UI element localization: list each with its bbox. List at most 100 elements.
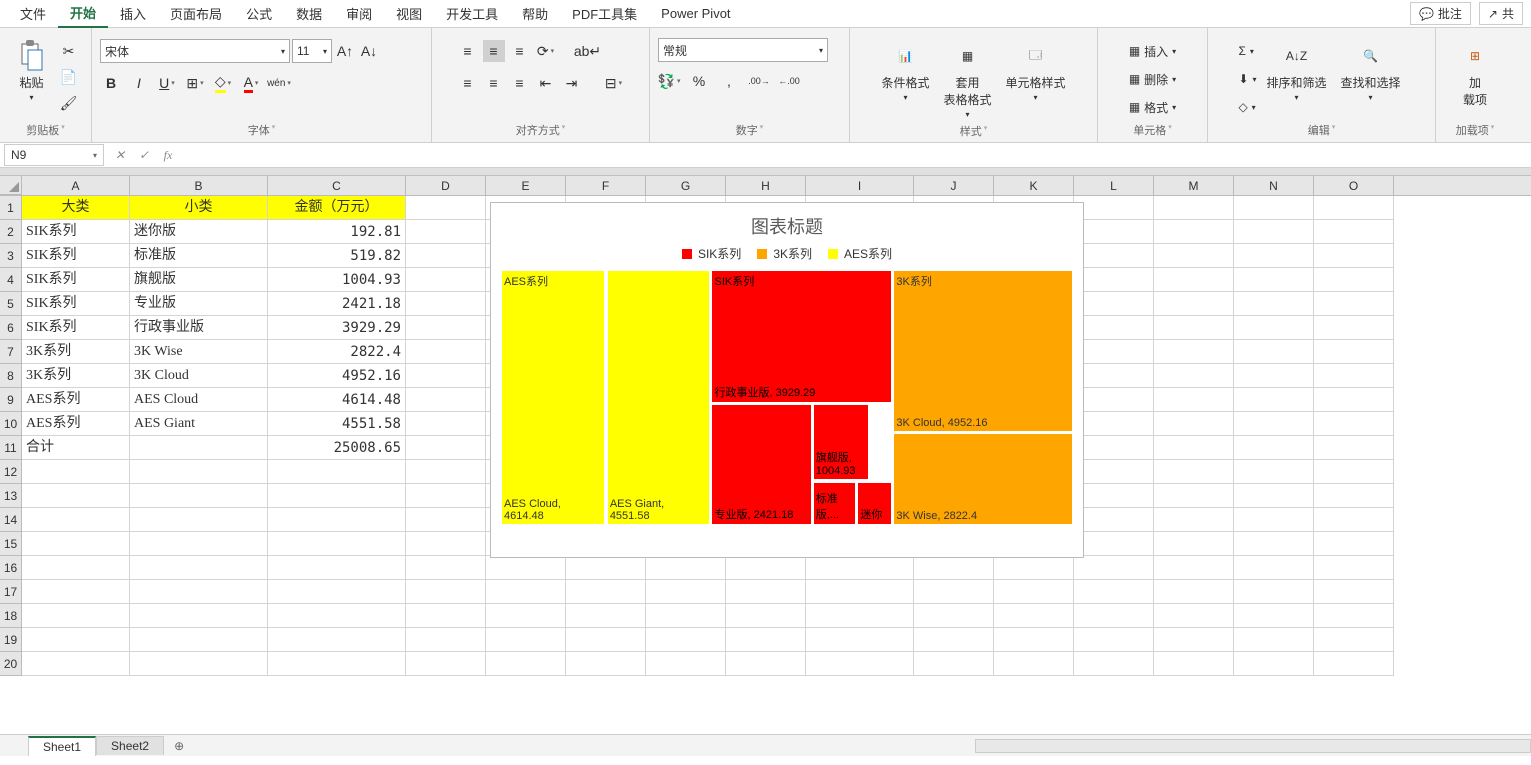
cell-D5[interactable]: [406, 292, 486, 316]
insert-cells-button[interactable]: ▦ 插入 ▾: [1129, 38, 1176, 64]
sort-filter-button[interactable]: A↓Z排序和筛选▾: [1263, 38, 1331, 104]
cell-A12[interactable]: [22, 460, 130, 484]
underline-button[interactable]: U: [156, 72, 178, 94]
cell-B18[interactable]: [130, 604, 268, 628]
cell-A14[interactable]: [22, 508, 130, 532]
cell-C19[interactable]: [268, 628, 406, 652]
cell-B9[interactable]: AES Cloud: [130, 388, 268, 412]
tab-帮助[interactable]: 帮助: [510, 0, 560, 27]
cell-N6[interactable]: [1234, 316, 1314, 340]
cell-C15[interactable]: [268, 532, 406, 556]
cell-M2[interactable]: [1154, 220, 1234, 244]
row-header-9[interactable]: 9: [0, 388, 22, 412]
cell-M18[interactable]: [1154, 604, 1234, 628]
row-header-7[interactable]: 7: [0, 340, 22, 364]
format-painter-button[interactable]: 🖌: [58, 92, 80, 114]
cell-O13[interactable]: [1314, 484, 1394, 508]
cell-B6[interactable]: 行政事业版: [130, 316, 268, 340]
row-header-6[interactable]: 6: [0, 316, 22, 340]
cell-J17[interactable]: [914, 580, 994, 604]
cell-K16[interactable]: [994, 556, 1074, 580]
cell-O7[interactable]: [1314, 340, 1394, 364]
cell-N19[interactable]: [1234, 628, 1314, 652]
cell-C10[interactable]: 4551.58: [268, 412, 406, 436]
cell-N11[interactable]: [1234, 436, 1314, 460]
cell-D6[interactable]: [406, 316, 486, 340]
cell-C18[interactable]: [268, 604, 406, 628]
cell-N9[interactable]: [1234, 388, 1314, 412]
fx-button[interactable]: fx: [156, 148, 180, 163]
cell-B13[interactable]: [130, 484, 268, 508]
sheet-tab-Sheet1[interactable]: Sheet1: [28, 736, 96, 756]
cell-L3[interactable]: [1074, 244, 1154, 268]
row-header-10[interactable]: 10: [0, 412, 22, 436]
align-bottom-button[interactable]: ≡: [509, 40, 531, 62]
col-header-K[interactable]: K: [994, 176, 1074, 195]
cell-F19[interactable]: [566, 628, 646, 652]
cell-D12[interactable]: [406, 460, 486, 484]
cell-M16[interactable]: [1154, 556, 1234, 580]
row-header-14[interactable]: 14: [0, 508, 22, 532]
cell-J16[interactable]: [914, 556, 994, 580]
tab-文件[interactable]: 文件: [8, 0, 58, 27]
col-header-O[interactable]: O: [1314, 176, 1394, 195]
cell-B12[interactable]: [130, 460, 268, 484]
cell-A11[interactable]: 合计: [22, 436, 130, 460]
cell-D3[interactable]: [406, 244, 486, 268]
cell-style-button[interactable]: 🗔单元格样式▾: [1002, 38, 1070, 104]
cell-N16[interactable]: [1234, 556, 1314, 580]
cell-C7[interactable]: 2822.4: [268, 340, 406, 364]
col-header-G[interactable]: G: [646, 176, 726, 195]
decrease-decimal-button[interactable]: ←.00: [778, 70, 800, 92]
decrease-font-button[interactable]: A↓: [358, 40, 380, 62]
cell-O2[interactable]: [1314, 220, 1394, 244]
find-select-button[interactable]: 🔍查找和选择▾: [1337, 38, 1405, 104]
cell-M13[interactable]: [1154, 484, 1234, 508]
conditional-format-button[interactable]: 📊条件格式▾: [877, 38, 933, 104]
row-header-2[interactable]: 2: [0, 220, 22, 244]
treemap-node[interactable]: 旗舰版, 1004.93: [813, 404, 869, 481]
cell-M14[interactable]: [1154, 508, 1234, 532]
cell-C12[interactable]: [268, 460, 406, 484]
cell-L1[interactable]: [1074, 196, 1154, 220]
cancel-formula-button[interactable]: ✕: [108, 148, 132, 162]
col-header-L[interactable]: L: [1074, 176, 1154, 195]
align-center-button[interactable]: ≡: [483, 72, 505, 94]
copy-button[interactable]: 📄: [58, 66, 80, 88]
cell-A5[interactable]: SIK系列: [22, 292, 130, 316]
cell-H20[interactable]: [726, 652, 806, 676]
cell-O10[interactable]: [1314, 412, 1394, 436]
cell-O9[interactable]: [1314, 388, 1394, 412]
cell-I16[interactable]: [806, 556, 914, 580]
cell-M1[interactable]: [1154, 196, 1234, 220]
cell-G16[interactable]: [646, 556, 726, 580]
cell-B5[interactable]: 专业版: [130, 292, 268, 316]
autosum-button[interactable]: Σ ▾: [1238, 38, 1256, 64]
cell-I20[interactable]: [806, 652, 914, 676]
cell-L15[interactable]: [1074, 532, 1154, 556]
cell-O8[interactable]: [1314, 364, 1394, 388]
align-right-button[interactable]: ≡: [509, 72, 531, 94]
cell-B7[interactable]: 3K Wise: [130, 340, 268, 364]
cell-D16[interactable]: [406, 556, 486, 580]
cell-K20[interactable]: [994, 652, 1074, 676]
cell-N3[interactable]: [1234, 244, 1314, 268]
cell-B1[interactable]: 小类: [130, 196, 268, 220]
cell-E20[interactable]: [486, 652, 566, 676]
cell-J19[interactable]: [914, 628, 994, 652]
row-header-18[interactable]: 18: [0, 604, 22, 628]
tab-审阅[interactable]: 审阅: [334, 0, 384, 27]
cell-O20[interactable]: [1314, 652, 1394, 676]
cell-L11[interactable]: [1074, 436, 1154, 460]
font-size-select[interactable]: 11▾: [292, 39, 332, 63]
cell-D18[interactable]: [406, 604, 486, 628]
cell-I18[interactable]: [806, 604, 914, 628]
embedded-chart[interactable]: 图表标题 SIK系列3K系列AES系列 AES系列AES Cloud, 4614…: [490, 202, 1084, 558]
cell-H16[interactable]: [726, 556, 806, 580]
cell-A2[interactable]: SIK系列: [22, 220, 130, 244]
decrease-indent-button[interactable]: ⇤: [535, 72, 557, 94]
cell-D10[interactable]: [406, 412, 486, 436]
horizontal-scrollbar[interactable]: [975, 739, 1531, 753]
cell-D19[interactable]: [406, 628, 486, 652]
cell-E17[interactable]: [486, 580, 566, 604]
